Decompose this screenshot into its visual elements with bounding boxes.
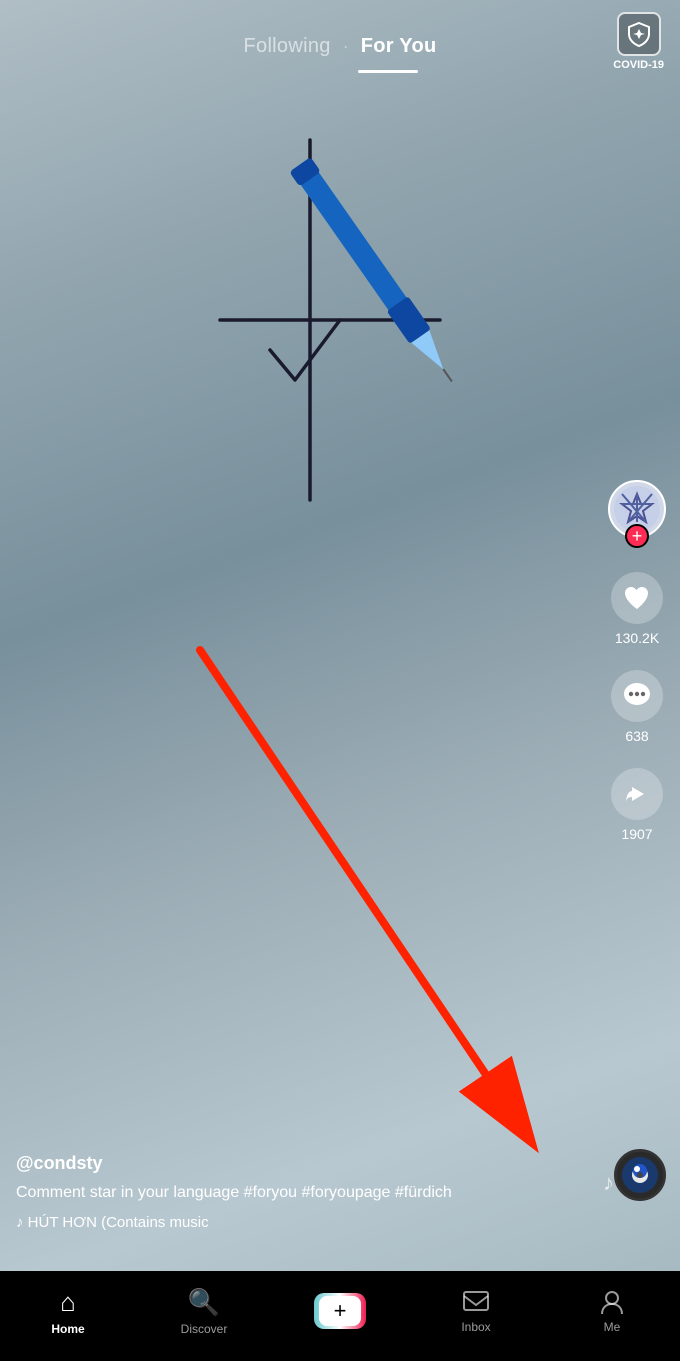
create-button-inner: +	[319, 1296, 361, 1326]
pen-drawing	[140, 80, 540, 600]
comment-count: 638	[625, 728, 648, 744]
music-info: ♪ HÚT HƠN (Contains music	[16, 1214, 600, 1231]
comment-button[interactable]	[611, 670, 663, 722]
nav-divider: ·	[343, 36, 349, 57]
active-tab-underline	[358, 70, 418, 73]
covid-shield-icon	[617, 12, 661, 56]
top-navigation: Following · For You	[0, 0, 680, 83]
inbox-label: Inbox	[461, 1320, 490, 1334]
video-info-panel: @condsty Comment star in your language #…	[16, 1153, 600, 1231]
creator-username[interactable]: @condsty	[16, 1153, 600, 1174]
nav-inbox[interactable]: Inbox	[408, 1288, 544, 1334]
creator-avatar[interactable]: +	[608, 480, 666, 548]
video-description: Comment star in your language #foryou #f…	[16, 1182, 600, 1204]
music-note-icon: ♪	[603, 1170, 614, 1196]
covid-label: COVID-19	[613, 59, 664, 71]
nav-home[interactable]: ⌂ Home	[0, 1287, 136, 1336]
like-action[interactable]: 130.2K	[611, 572, 663, 646]
inbox-icon	[462, 1288, 490, 1316]
bottom-navigation: ⌂ Home 🔍 Discover + Inbox Me	[0, 1271, 680, 1361]
music-disc-circle	[614, 1149, 666, 1201]
discover-label: Discover	[181, 1322, 228, 1336]
following-tab[interactable]: Following	[244, 35, 331, 58]
nav-create[interactable]: +	[272, 1293, 408, 1329]
create-button[interactable]: +	[314, 1293, 366, 1329]
home-label: Home	[51, 1322, 84, 1336]
red-arrow-overlay	[170, 620, 590, 1200]
share-action[interactable]: 1907	[611, 768, 663, 842]
music-disc[interactable]	[614, 1149, 666, 1201]
like-button[interactable]	[611, 572, 663, 624]
discover-icon: 🔍	[188, 1287, 220, 1318]
share-count: 1907	[621, 826, 652, 842]
share-button[interactable]	[611, 768, 663, 820]
covid-badge[interactable]: COVID-19	[613, 12, 664, 71]
right-actions-panel: + 130.2K 638 1907	[608, 480, 666, 842]
comment-action[interactable]: 638	[611, 670, 663, 744]
nav-me[interactable]: Me	[544, 1288, 680, 1334]
music-text: ♪ HÚT HƠN (Contains music	[16, 1214, 209, 1231]
like-count: 130.2K	[615, 630, 659, 646]
nav-discover[interactable]: 🔍 Discover	[136, 1287, 272, 1336]
me-icon	[598, 1288, 626, 1316]
home-icon: ⌂	[60, 1287, 76, 1318]
foryou-tab[interactable]: For You	[361, 35, 437, 58]
me-label: Me	[604, 1320, 621, 1334]
follow-plus-button[interactable]: +	[625, 524, 649, 548]
